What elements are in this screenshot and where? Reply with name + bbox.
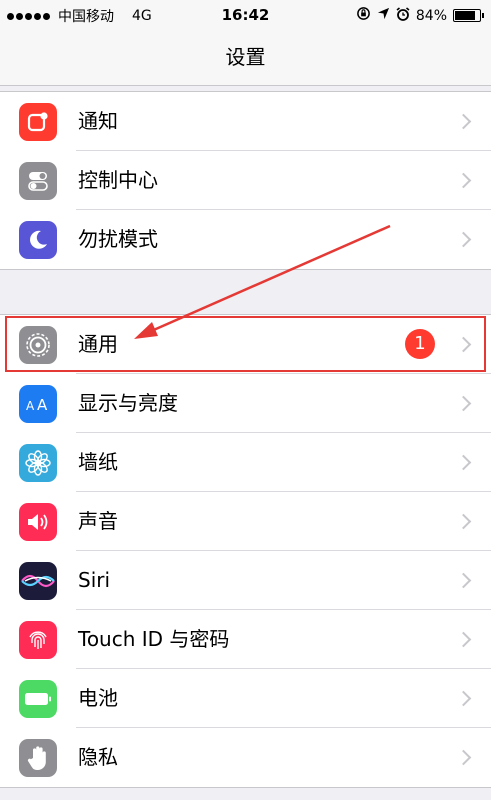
settings-group-2: 通用 1 AA 显示与亮度 墙纸 声音 Siri Touch ID 与密码 电池…: [0, 314, 491, 788]
nav-bar: 设置: [0, 30, 491, 86]
settings-row-general[interactable]: 通用 1: [0, 315, 491, 374]
chevron-right-icon: [455, 690, 472, 707]
settings-row-label: 声音: [78, 509, 118, 533]
svg-text:A: A: [37, 396, 48, 414]
settings-row-control-center[interactable]: 控制中心: [0, 151, 491, 210]
status-right: 84%: [350, 6, 484, 25]
settings-row-label: 通知: [78, 109, 118, 133]
battery-icon: [19, 680, 57, 718]
notification-badge: 1: [405, 329, 435, 359]
chevron-right-icon: [455, 231, 472, 248]
chevron-right-icon: [455, 631, 472, 648]
siri-icon: [19, 562, 57, 600]
chevron-right-icon: [455, 172, 472, 189]
orientation-lock-icon: [356, 6, 371, 25]
settings-row-label: 墙纸: [78, 450, 118, 474]
settings-row-notifications[interactable]: 通知: [0, 92, 491, 151]
chevron-right-icon: [455, 572, 472, 589]
settings-row-touch-id-passcode[interactable]: Touch ID 与密码: [0, 610, 491, 669]
wallpaper-flower-icon: [19, 444, 57, 482]
settings-row-label: 通用: [78, 332, 118, 356]
display-brightness-icon: AA: [19, 385, 57, 423]
notifications-icon: [19, 103, 57, 141]
settings-row-label: 勿扰模式: [78, 227, 158, 251]
status-bar: 中国移动 4G 16:42 84%: [0, 0, 491, 30]
settings-row-privacy[interactable]: 隐私: [0, 728, 491, 787]
speaker-icon: [19, 503, 57, 541]
chevron-right-icon: [455, 513, 472, 530]
gear-icon: [19, 326, 57, 364]
settings-row-sounds[interactable]: 声音: [0, 492, 491, 551]
settings-row-do-not-disturb[interactable]: 勿扰模式: [0, 210, 491, 269]
settings-group-1: 通知 控制中心 勿扰模式: [0, 91, 491, 270]
chevron-right-icon: [455, 113, 472, 130]
moon-icon: [19, 221, 57, 259]
settings-row-siri[interactable]: Siri: [0, 551, 491, 610]
control-center-icon: [19, 162, 57, 200]
settings-row-display-brightness[interactable]: AA 显示与亮度: [0, 374, 491, 433]
settings-row-label: 电池: [78, 686, 118, 710]
fingerprint-icon: [19, 621, 57, 659]
page-title: 设置: [225, 45, 266, 69]
settings-row-battery[interactable]: 电池: [0, 669, 491, 728]
hand-icon: [19, 739, 57, 777]
settings-row-label: 隐私: [78, 745, 118, 769]
settings-row-label: Siri: [78, 568, 111, 592]
alarm-icon: [396, 6, 410, 25]
location-icon: [377, 7, 390, 24]
chevron-right-icon: [455, 454, 472, 471]
battery-icon: [453, 9, 484, 22]
svg-text:A: A: [26, 399, 35, 413]
battery-fill: [455, 11, 475, 20]
chevron-right-icon: [455, 336, 472, 353]
settings-row-label: Touch ID 与密码: [78, 627, 230, 651]
settings-row-label: 控制中心: [78, 168, 158, 192]
settings-row-label: 显示与亮度: [78, 391, 178, 415]
battery-percent: 84%: [415, 7, 447, 24]
chevron-right-icon: [455, 749, 472, 766]
chevron-right-icon: [455, 395, 472, 412]
settings-row-wallpaper[interactable]: 墙纸: [0, 433, 491, 492]
